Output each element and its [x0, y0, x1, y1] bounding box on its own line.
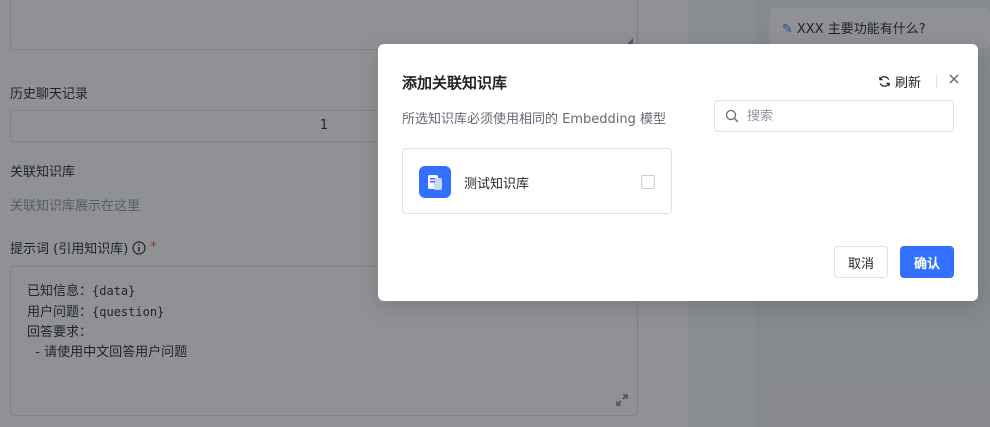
- knowledge-base-icon: [419, 166, 451, 198]
- cancel-button[interactable]: 取消: [834, 246, 888, 278]
- refresh-label: 刷新: [895, 76, 922, 91]
- refresh-button[interactable]: 刷新: [878, 72, 921, 91]
- knowledge-base-card[interactable]: 测试知识库: [402, 148, 672, 214]
- search-input[interactable]: [747, 108, 937, 124]
- search-icon: [725, 109, 739, 123]
- header-divider: [936, 74, 937, 88]
- refresh-icon: [879, 76, 890, 87]
- confirm-button[interactable]: 确认: [900, 246, 954, 278]
- search-field[interactable]: [714, 100, 954, 132]
- close-icon[interactable]: [946, 71, 962, 87]
- add-knowledge-dialog: 添加关联知识库 刷新 所选知识库必须使用相同的 Embedding 模型 测试知…: [378, 44, 978, 301]
- knowledge-base-checkbox[interactable]: [641, 175, 655, 189]
- dialog-description: 所选知识库必须使用相同的 Embedding 模型: [402, 112, 666, 127]
- knowledge-base-name: 测试知识库: [464, 177, 530, 192]
- dialog-title: 添加关联知识库: [402, 74, 508, 92]
